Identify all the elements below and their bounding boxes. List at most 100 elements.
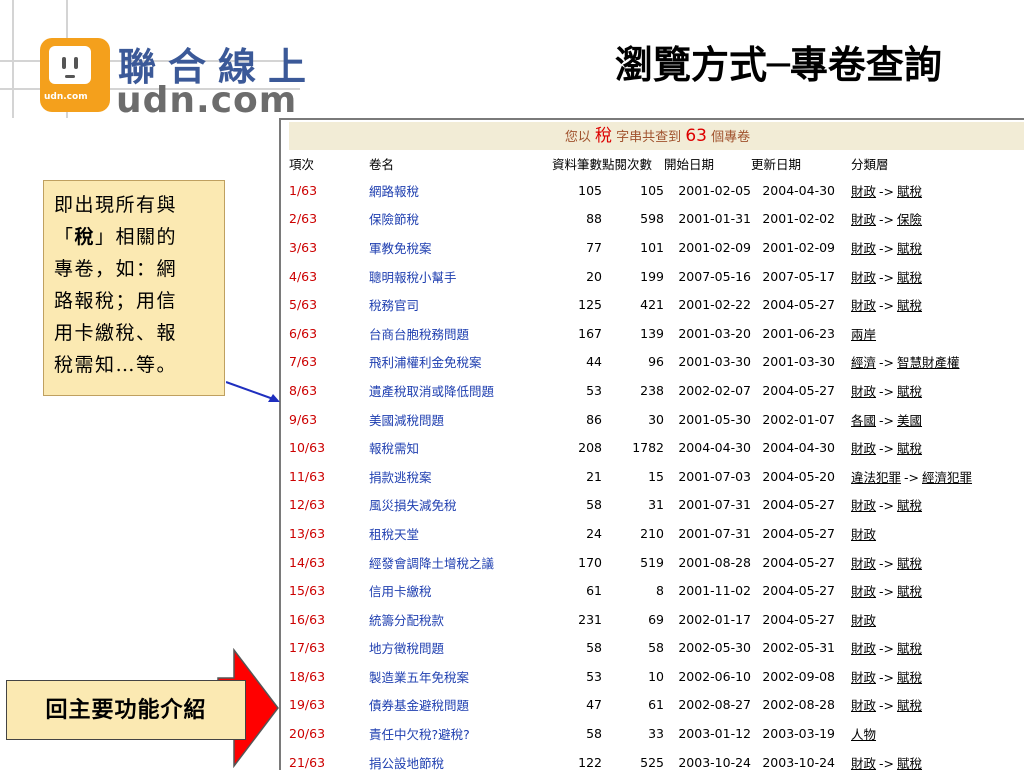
subcategory-link[interactable]: 賦稅 <box>897 498 922 513</box>
subcategory-link[interactable]: 賦稅 <box>897 641 922 656</box>
row-title-link[interactable]: 債券基金避稅問題 <box>369 691 552 720</box>
category-link[interactable]: 違法犯罪 <box>851 470 901 485</box>
row-index: 9/63 <box>289 411 318 427</box>
category-link[interactable]: 財政 <box>851 212 876 227</box>
category-link[interactable]: 財政 <box>851 498 876 513</box>
row-update-date: 2004-05-27 <box>762 297 835 313</box>
row-category: 財政 -> 賦稅 <box>835 748 1024 770</box>
table-row: 8/63 遺產稅取消或降低問題 53 238 2002-02-07 2004-05-27 財… <box>289 376 1024 405</box>
row-title-link[interactable]: 美國減稅問題 <box>369 405 552 434</box>
row-update-date: 2004-05-27 <box>762 554 835 570</box>
category-separator: -> <box>879 383 894 399</box>
row-index: 7/63 <box>289 354 318 370</box>
table-row: 18/63 製造業五年免稅案 53 10 2002-06-10 2002-09-08 財政 -… <box>289 662 1024 691</box>
subcategory-link[interactable]: 賦稅 <box>897 384 922 399</box>
subcategory-link[interactable]: 賦稅 <box>897 556 922 571</box>
category-link[interactable]: 各國 <box>851 413 876 428</box>
subcategory-link[interactable]: 賦稅 <box>897 584 922 599</box>
row-title-link[interactable]: 捐款逃稅案 <box>369 462 552 491</box>
row-index: 10/63 <box>289 440 326 456</box>
row-start-date: 2002-06-10 <box>678 668 751 684</box>
row-title-link[interactable]: 製造業五年免稅案 <box>369 662 552 691</box>
row-title-link[interactable]: 經發會調降土增稅之議 <box>369 548 552 577</box>
table-row: 16/63 統籌分配稅款 231 69 2002-01-17 2004-05-27 財政 <box>289 605 1024 634</box>
subcategory-link[interactable]: 智慧財產權 <box>897 355 960 370</box>
subcategory-link[interactable]: 賦稅 <box>897 441 922 456</box>
row-title-link[interactable]: 信用卡繳稅 <box>369 576 552 605</box>
category-separator: -> <box>879 212 894 228</box>
table-row: 6/63 台商台胞稅務問題 167 139 2001-03-20 2001-06-23 兩岸 <box>289 319 1024 348</box>
row-category: 財政 -> 賦稅 <box>835 262 1024 291</box>
category-separator: -> <box>879 441 894 457</box>
row-title-link[interactable]: 報稅需知 <box>369 433 552 462</box>
subcategory-link[interactable]: 賦稅 <box>897 241 922 256</box>
subcategory-link[interactable]: 經濟犯罪 <box>922 470 972 485</box>
row-records: 88 <box>586 211 602 227</box>
row-title-link[interactable]: 統籌分配稅款 <box>369 605 552 634</box>
category-link[interactable]: 財政 <box>851 270 876 285</box>
row-index: 3/63 <box>289 239 318 255</box>
category-link[interactable]: 財政 <box>851 613 876 628</box>
row-views: 61 <box>648 697 664 713</box>
category-link[interactable]: 財政 <box>851 641 876 656</box>
subcategory-link[interactable]: 賦稅 <box>897 270 922 285</box>
category-link[interactable]: 經濟 <box>851 355 876 370</box>
category-link[interactable]: 財政 <box>851 241 876 256</box>
category-link[interactable]: 財政 <box>851 527 876 542</box>
category-separator: -> <box>879 298 894 314</box>
row-start-date: 2003-01-12 <box>678 726 751 742</box>
subcategory-link[interactable]: 賦稅 <box>897 298 922 313</box>
row-index: 2/63 <box>289 211 318 227</box>
row-title-link[interactable]: 捐公設地節稅 <box>369 748 552 770</box>
row-category: 財政 <box>835 519 1024 548</box>
row-index: 8/63 <box>289 382 318 398</box>
row-title-link[interactable]: 風災損失減免稅 <box>369 491 552 520</box>
row-views: 421 <box>640 297 664 313</box>
category-link[interactable]: 財政 <box>851 698 876 713</box>
category-link[interactable]: 兩岸 <box>851 327 876 342</box>
banner-prefix: 您以 <box>564 130 591 145</box>
header-category: 分類層 <box>851 156 889 172</box>
header-start-date: 開始日期 <box>664 156 715 172</box>
row-records: 122 <box>578 754 602 770</box>
udn-logo-icon: udn.com <box>40 38 110 112</box>
category-separator: -> <box>879 698 894 714</box>
row-title-link[interactable]: 地方徵稅問題 <box>369 634 552 663</box>
subcategory-link[interactable]: 美國 <box>897 413 922 428</box>
category-link[interactable]: 財政 <box>851 184 876 199</box>
logo-small-text: udn.com <box>44 92 88 102</box>
row-title-link[interactable]: 聰明報稅小幫手 <box>369 262 552 291</box>
row-category: 違法犯罪 -> 經濟犯罪 <box>835 462 1024 491</box>
subcategory-link[interactable]: 賦稅 <box>897 670 922 685</box>
row-title-link[interactable]: 飛利浦權利金免稅案 <box>369 348 552 377</box>
subcategory-link[interactable]: 保險 <box>897 212 922 227</box>
row-update-date: 2002-05-31 <box>762 640 835 656</box>
category-link[interactable]: 財政 <box>851 556 876 571</box>
category-link[interactable]: 財政 <box>851 670 876 685</box>
return-main-menu-button[interactable]: 回主要功能介紹 <box>6 680 246 740</box>
row-category: 財政 -> 賦稅 <box>835 691 1024 720</box>
row-index: 20/63 <box>289 726 326 742</box>
category-link[interactable]: 財政 <box>851 441 876 456</box>
row-title-link[interactable]: 軍教免稅案 <box>369 233 552 262</box>
table-row: 2/63 保險節稅 88 598 2001-01-31 2001-02-02 財政 -> 保險 <box>289 205 1024 234</box>
row-title-link[interactable]: 責任中欠稅?避稅? <box>369 719 552 748</box>
row-update-date: 2004-04-30 <box>762 440 835 456</box>
row-category: 財政 -> 保險 <box>835 205 1024 234</box>
row-title-link[interactable]: 台商台胞稅務問題 <box>369 319 552 348</box>
category-link[interactable]: 財政 <box>851 384 876 399</box>
category-link[interactable]: 財政 <box>851 584 876 599</box>
category-link[interactable]: 人物 <box>851 727 876 742</box>
subcategory-link[interactable]: 賦稅 <box>897 184 922 199</box>
row-update-date: 2002-09-08 <box>762 668 835 684</box>
row-title-link[interactable]: 稅務官司 <box>369 290 552 319</box>
row-index: 21/63 <box>289 754 326 770</box>
row-index: 1/63 <box>289 182 318 198</box>
row-title-link[interactable]: 遺產稅取消或降低問題 <box>369 376 552 405</box>
row-title-link[interactable]: 網路報稅 <box>369 176 552 205</box>
row-title-link[interactable]: 保險節稅 <box>369 205 552 234</box>
category-link[interactable]: 財政 <box>851 298 876 313</box>
row-title-link[interactable]: 租稅天堂 <box>369 519 552 548</box>
subcategory-link[interactable]: 賦稅 <box>897 698 922 713</box>
row-index: 4/63 <box>289 268 318 284</box>
